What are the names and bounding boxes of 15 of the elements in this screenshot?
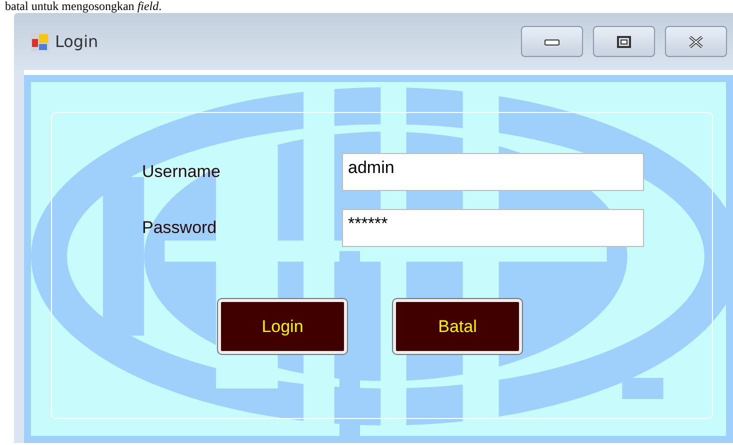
- minimize-icon: [544, 38, 560, 46]
- field-label: Username: [142, 162, 222, 182]
- minimize-button[interactable]: [521, 26, 583, 57]
- close-icon: [688, 36, 704, 48]
- form-button[interactable]: Login: [218, 299, 347, 354]
- maximize-icon: [617, 36, 631, 48]
- form-button[interactable]: Batal: [393, 299, 522, 354]
- input-field[interactable]: ******: [342, 209, 644, 247]
- field-label: Password: [142, 218, 218, 238]
- window-title: Login: [55, 32, 98, 51]
- maximize-button[interactable]: [593, 26, 655, 57]
- close-button[interactable]: [665, 26, 727, 57]
- caption-text: batal untuk mengosongkan field.: [4, 0, 163, 13]
- app-icon: [31, 32, 49, 50]
- input-field[interactable]: admin: [342, 153, 644, 191]
